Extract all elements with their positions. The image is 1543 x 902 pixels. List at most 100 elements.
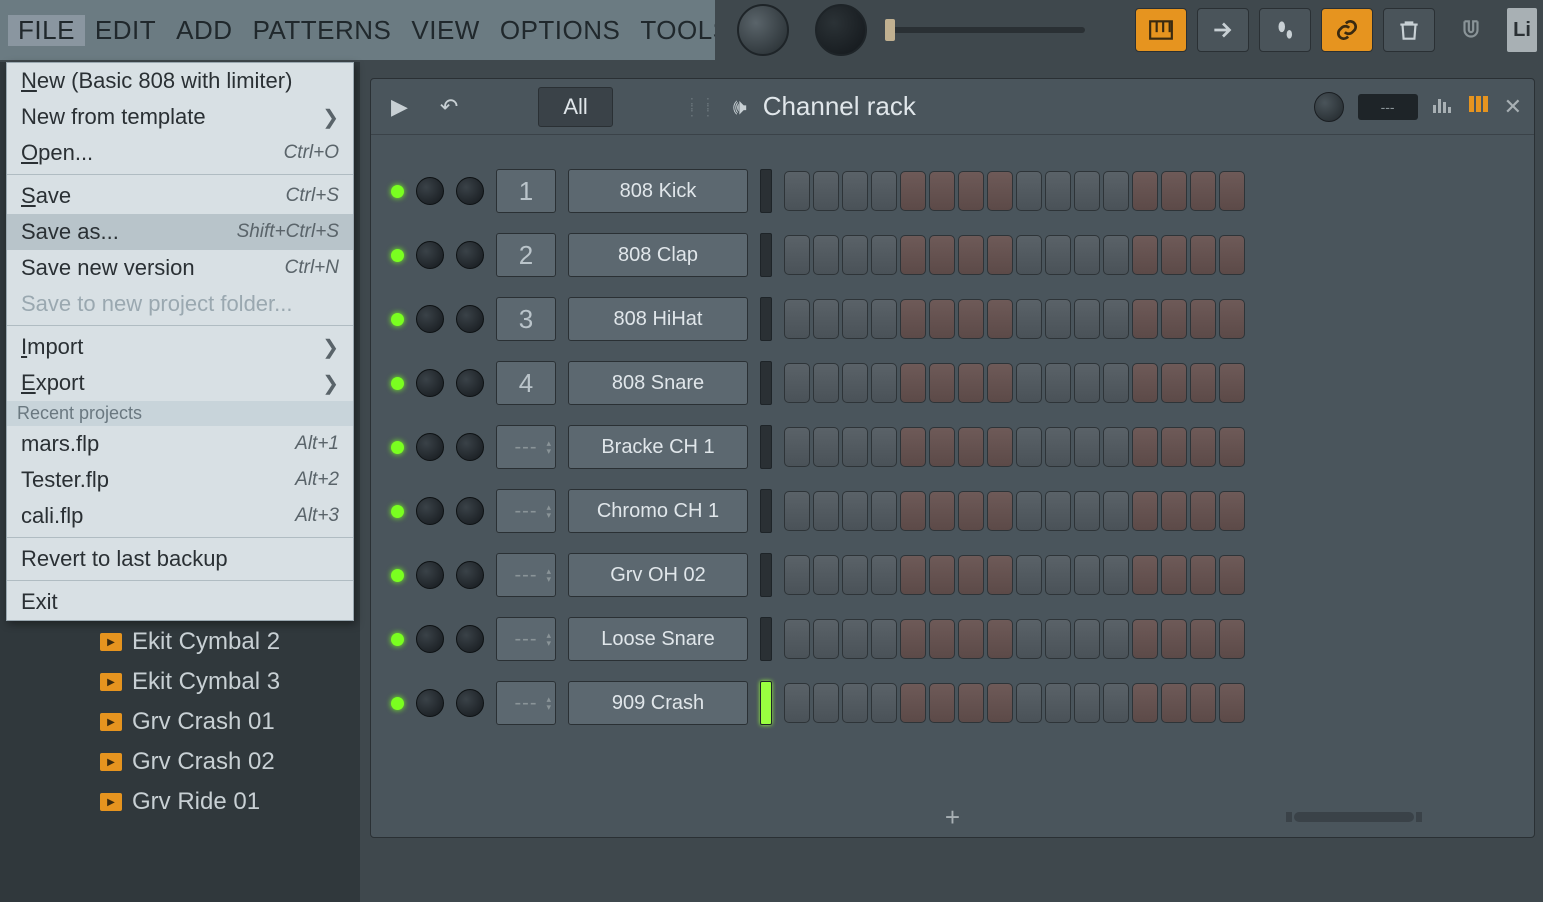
graph-editor-icon[interactable] [1432, 95, 1454, 118]
channel-mute-led[interactable] [391, 633, 404, 646]
step-button[interactable] [813, 491, 839, 531]
step-button[interactable] [784, 235, 810, 275]
browser-item[interactable]: Ekit Cymbal 3 [0, 662, 360, 702]
menu-item-save-new-version[interactable]: Save new versionCtrl+N [7, 250, 353, 286]
step-button[interactable] [1190, 171, 1216, 211]
step-button[interactable] [1219, 299, 1245, 339]
step-button[interactable] [784, 363, 810, 403]
step-button[interactable] [813, 363, 839, 403]
step-button[interactable] [987, 235, 1013, 275]
step-button[interactable] [784, 427, 810, 467]
step-button[interactable] [987, 363, 1013, 403]
channel-volume-knob[interactable] [456, 625, 484, 653]
step-button[interactable] [1161, 683, 1187, 723]
menu-add[interactable]: ADD [166, 15, 242, 46]
step-button[interactable] [1016, 299, 1042, 339]
channel-pan-knob[interactable] [416, 177, 444, 205]
step-button[interactable] [842, 491, 868, 531]
channel-volume-knob[interactable] [456, 241, 484, 269]
step-button[interactable] [1161, 619, 1187, 659]
menu-item-save[interactable]: SaveCtrl+S [7, 178, 353, 214]
master-volume-knob[interactable] [737, 4, 789, 56]
step-button[interactable] [842, 555, 868, 595]
master-pitch-knob[interactable] [815, 4, 867, 56]
menu-edit[interactable]: EDIT [85, 15, 166, 46]
step-button[interactable] [958, 299, 984, 339]
channel-pan-knob[interactable] [416, 241, 444, 269]
step-button[interactable] [958, 619, 984, 659]
step-button[interactable] [900, 491, 926, 531]
menu-patterns[interactable]: PATTERNS [243, 15, 402, 46]
step-button[interactable] [813, 619, 839, 659]
menu-item-cali-flp[interactable]: cali.flpAlt+3 [7, 498, 353, 534]
channel-select-indicator[interactable] [760, 681, 772, 725]
channel-mixer-track[interactable]: 4 [496, 361, 556, 405]
step-button[interactable] [900, 619, 926, 659]
step-button[interactable] [958, 235, 984, 275]
channel-volume-knob[interactable] [456, 433, 484, 461]
step-button[interactable] [900, 427, 926, 467]
step-button[interactable] [1016, 683, 1042, 723]
step-button[interactable] [813, 427, 839, 467]
channel-mute-led[interactable] [391, 313, 404, 326]
step-button[interactable] [1103, 491, 1129, 531]
channel-mute-led[interactable] [391, 569, 404, 582]
step-button[interactable] [871, 427, 897, 467]
step-button[interactable] [1219, 427, 1245, 467]
channel-volume-knob[interactable] [456, 305, 484, 333]
step-button[interactable] [929, 683, 955, 723]
channel-mute-led[interactable] [391, 505, 404, 518]
step-button[interactable] [871, 555, 897, 595]
pattern-length-display[interactable]: --- [1358, 94, 1418, 120]
step-button[interactable] [784, 555, 810, 595]
step-button[interactable] [1190, 491, 1216, 531]
step-button[interactable] [929, 299, 955, 339]
menu-item-revert-to-last-backup[interactable]: Revert to last backup [7, 541, 353, 577]
menu-item-import[interactable]: Import❯ [7, 329, 353, 365]
step-button[interactable] [1045, 683, 1071, 723]
menu-item-new-basic-808-with-limiter[interactable]: New (Basic 808 with limiter) [7, 63, 353, 99]
channel-mixer-track[interactable]: ---▴▾ [496, 617, 556, 661]
step-button[interactable] [987, 555, 1013, 595]
add-channel-button[interactable]: + [945, 802, 960, 833]
channel-select-indicator[interactable] [760, 425, 772, 469]
channel-mixer-track[interactable]: 2 [496, 233, 556, 277]
step-button[interactable] [1074, 363, 1100, 403]
menu-item-tester-flp[interactable]: Tester.flpAlt+2 [7, 462, 353, 498]
step-button[interactable] [1190, 363, 1216, 403]
step-button[interactable] [900, 235, 926, 275]
step-button[interactable] [813, 555, 839, 595]
step-button[interactable] [1161, 491, 1187, 531]
step-button[interactable] [1103, 427, 1129, 467]
step-button[interactable] [871, 171, 897, 211]
step-button[interactable] [1190, 555, 1216, 595]
channel-name-button[interactable]: Loose Snare [568, 617, 748, 661]
channel-select-indicator[interactable] [760, 617, 772, 661]
step-button[interactable] [1016, 427, 1042, 467]
step-button[interactable] [784, 683, 810, 723]
channel-mixer-track[interactable]: 1 [496, 169, 556, 213]
footstep-button[interactable] [1259, 8, 1311, 52]
step-button[interactable] [1103, 171, 1129, 211]
swing-knob[interactable] [1314, 92, 1344, 122]
menu-item-exit[interactable]: Exit [7, 584, 353, 620]
menu-item-save-as[interactable]: Save as...Shift+Ctrl+S [7, 214, 353, 250]
channel-name-button[interactable]: Chromo CH 1 [568, 489, 748, 533]
channel-pan-knob[interactable] [416, 625, 444, 653]
step-button[interactable] [1219, 363, 1245, 403]
step-button[interactable] [1190, 619, 1216, 659]
step-button[interactable] [871, 235, 897, 275]
step-button[interactable] [900, 171, 926, 211]
step-button[interactable] [813, 235, 839, 275]
step-button[interactable] [929, 555, 955, 595]
step-button[interactable] [871, 299, 897, 339]
channel-pan-knob[interactable] [416, 369, 444, 397]
tempo-slider[interactable] [885, 27, 1085, 33]
channel-select-indicator[interactable] [760, 489, 772, 533]
step-button[interactable] [842, 299, 868, 339]
channel-volume-knob[interactable] [456, 689, 484, 717]
step-button[interactable] [987, 171, 1013, 211]
trash-button[interactable] [1383, 8, 1435, 52]
channel-select-indicator[interactable] [760, 361, 772, 405]
channel-select-indicator[interactable] [760, 553, 772, 597]
